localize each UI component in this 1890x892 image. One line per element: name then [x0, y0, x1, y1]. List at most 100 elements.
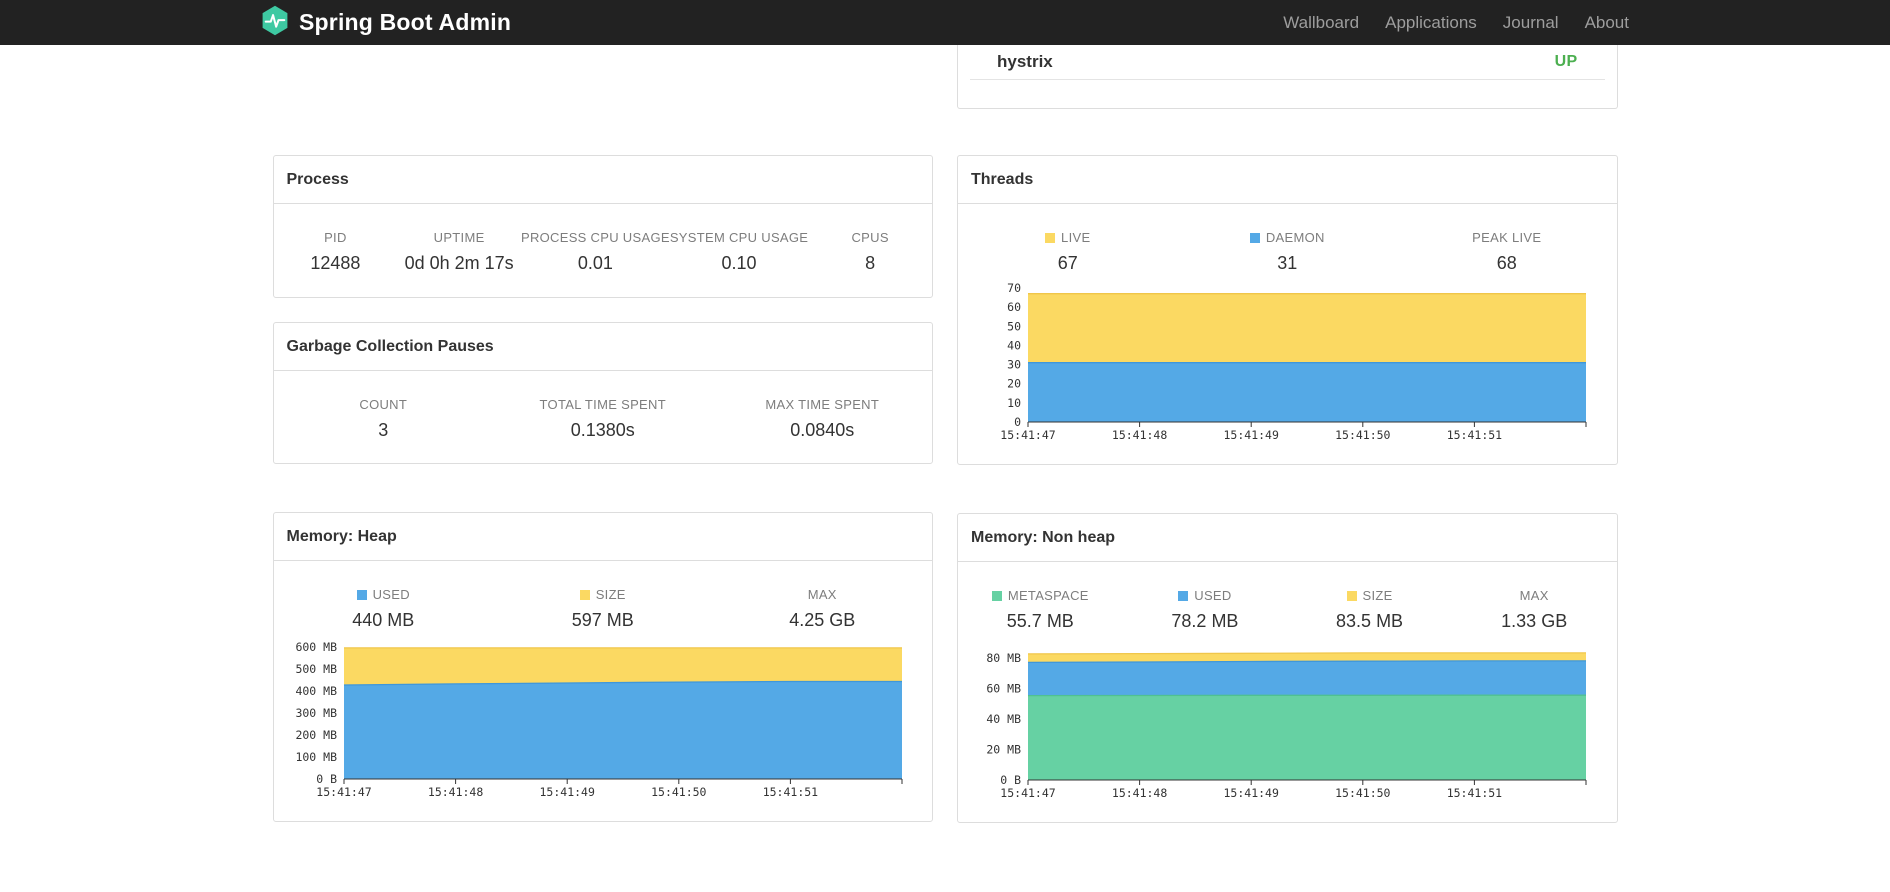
legend-label: USED	[274, 587, 494, 602]
process-panel-title: Process	[273, 156, 932, 204]
svg-text:15:41:50: 15:41:50	[1335, 428, 1390, 442]
legend-value: 67	[1057, 253, 1078, 273]
metric-value: 0d 0h 2m 17s	[404, 253, 514, 273]
memory-nonheap-legend: METASPACE 55.7 MB USED 78.2 MB SIZE 83.5…	[958, 588, 1617, 632]
legend-label-text: METASPACE	[1007, 588, 1089, 603]
legend-value: 83.5 MB	[1336, 611, 1404, 631]
nav-item-wallboard[interactable]: Wallboard	[1283, 13, 1359, 33]
metaspace-swatch-icon	[991, 591, 1002, 601]
metric-value: 0.10	[721, 253, 757, 273]
legend-label-text: SIZE	[1362, 588, 1393, 603]
svg-text:15:41:47: 15:41:47	[1000, 786, 1055, 800]
hystrix-row: hystrix UP	[970, 45, 1605, 80]
navbar-container: Spring Boot Admin Wallboard Applications…	[255, 0, 1635, 45]
metric-value: 0.01	[577, 253, 613, 273]
hystrix-panel: hystrix UP	[957, 45, 1618, 109]
metric-gc-total-time: TOTAL TIME SPENT 0.1380s	[493, 397, 713, 441]
legend-label-text: PEAK LIVE	[1472, 230, 1542, 245]
metric-label: PROCESS CPU USAGE	[520, 230, 670, 245]
svg-text:60: 60	[1007, 300, 1021, 314]
nav-item-applications[interactable]: Applications	[1385, 13, 1477, 33]
legend-value: 4.25 GB	[789, 610, 856, 630]
legend-label-text: SIZE	[595, 587, 626, 602]
brand-link[interactable]: Spring Boot Admin	[261, 5, 511, 41]
legend-value: 440 MB	[352, 610, 415, 630]
memory-nonheap-chart: 0 B 20 MB 40 MB 60 MB 80 MB 15:41:47 15:41:48 1…	[970, 640, 1617, 815]
nav-item-journal[interactable]: Journal	[1503, 13, 1559, 33]
legend-value: 31	[1277, 253, 1298, 273]
legend-label: SIZE	[1287, 588, 1452, 603]
metric-gc-max-time: MAX TIME SPENT 0.0840s	[713, 397, 933, 441]
legend-label-text: DAEMON	[1265, 230, 1325, 245]
chart-svg-threads: 0 10 20 30 40 50 60 70 15:41:47 15:41:48 15:41:49 1…	[1000, 281, 1587, 442]
metric-pid: PID 12488	[274, 230, 398, 274]
main-content: Process PID 12488 UPTIME 0d 0h 2m 17s PR…	[272, 45, 1618, 823]
process-metrics: PID 12488 UPTIME 0d 0h 2m 17s PROCESS CP…	[274, 230, 933, 274]
legend-label: METASPACE	[958, 588, 1123, 603]
svg-text:100 MB: 100 MB	[295, 750, 337, 764]
metric-gc-count: COUNT 3	[274, 397, 494, 441]
left-column-spacer	[273, 45, 934, 155]
legend-live: LIVE 67	[958, 230, 1178, 274]
memory-heap-legend: USED 440 MB SIZE 597 MB MAX 4.25 GB	[274, 587, 933, 631]
threads-panel-title: Threads	[958, 156, 1617, 204]
live-swatch-icon	[1045, 233, 1056, 243]
memory-heap-panel: Memory: Heap USED 440 MB SIZE 597 MB MAX…	[272, 512, 933, 822]
svg-text:70: 70	[1007, 282, 1021, 295]
svg-text:15:41:49: 15:41:49	[1224, 786, 1279, 800]
metric-label: TOTAL TIME SPENT	[539, 397, 666, 412]
svg-text:15:41:51: 15:41:51	[762, 785, 817, 799]
metric-process-cpu-usage: PROCESS CPU USAGE 0.01	[521, 230, 670, 274]
legend-daemon: DAEMON 31	[1178, 230, 1398, 274]
svg-text:40 MB: 40 MB	[986, 712, 1021, 726]
svg-text:15:41:48: 15:41:48	[1112, 428, 1167, 442]
legend-used: USED 440 MB	[274, 587, 494, 631]
legend-max: MAX 1.33 GB	[1452, 588, 1617, 632]
svg-text:10: 10	[1007, 396, 1021, 410]
metric-label: PID	[324, 230, 347, 245]
svg-text:15:41:49: 15:41:49	[539, 785, 594, 799]
metric-label: UPTIME	[433, 230, 485, 245]
legend-label-text: USED	[1194, 588, 1232, 603]
legend-label-text: MAX	[807, 587, 837, 602]
metric-value: 12488	[310, 253, 361, 273]
svg-text:500 MB: 500 MB	[295, 662, 337, 676]
svg-text:20: 20	[1007, 377, 1021, 391]
legend-label: LIVE	[958, 230, 1178, 245]
svg-text:0: 0	[1014, 415, 1021, 429]
legend-used: USED 78.2 MB	[1123, 588, 1288, 632]
right-column: hystrix UP Threads LIVE 67 DAEMON 31 PEA…	[957, 45, 1618, 823]
metric-value: 8	[865, 253, 876, 273]
metric-value: 0.0840s	[790, 420, 855, 440]
metric-label: CPUS	[851, 230, 889, 245]
legend-size: SIZE 597 MB	[493, 587, 713, 631]
legend-value: 55.7 MB	[1006, 611, 1074, 631]
svg-text:15:41:47: 15:41:47	[316, 785, 371, 799]
legend-value: 78.2 MB	[1171, 611, 1239, 631]
size-swatch-icon	[1346, 591, 1357, 601]
svg-text:0 B: 0 B	[316, 772, 337, 786]
metric-value: 0.1380s	[570, 420, 635, 440]
legend-value: 597 MB	[571, 610, 634, 630]
nav-item-about[interactable]: About	[1585, 13, 1629, 33]
legend-label-text: USED	[372, 587, 410, 602]
metric-label: SYSTEM CPU USAGE	[669, 230, 809, 245]
svg-text:60 MB: 60 MB	[986, 682, 1021, 696]
svg-text:200 MB: 200 MB	[295, 728, 337, 742]
memory-heap-chart: 0 B 100 MB 200 MB 300 MB 400 MB 500 MB 600 MB 1…	[286, 639, 933, 814]
legend-label: MAX	[1452, 588, 1617, 603]
memory-nonheap-panel: Memory: Non heap METASPACE 55.7 MB USED …	[957, 513, 1618, 823]
legend-metaspace: METASPACE 55.7 MB	[958, 588, 1123, 632]
brand-title: Spring Boot Admin	[299, 9, 512, 35]
legend-max: MAX 4.25 GB	[713, 587, 933, 631]
legend-label: PEAK LIVE	[1397, 230, 1617, 245]
nav-links: Wallboard Applications Journal About	[1257, 13, 1629, 33]
svg-text:15:41:51: 15:41:51	[1447, 786, 1502, 800]
svg-text:15:41:50: 15:41:50	[651, 785, 706, 799]
metric-label: COUNT	[359, 397, 408, 412]
legend-label-text: LIVE	[1061, 230, 1091, 245]
svg-text:80 MB: 80 MB	[986, 651, 1021, 665]
svg-text:15:41:47: 15:41:47	[1000, 428, 1055, 442]
svg-text:30: 30	[1007, 358, 1021, 372]
memory-heap-panel-title: Memory: Heap	[273, 513, 932, 561]
